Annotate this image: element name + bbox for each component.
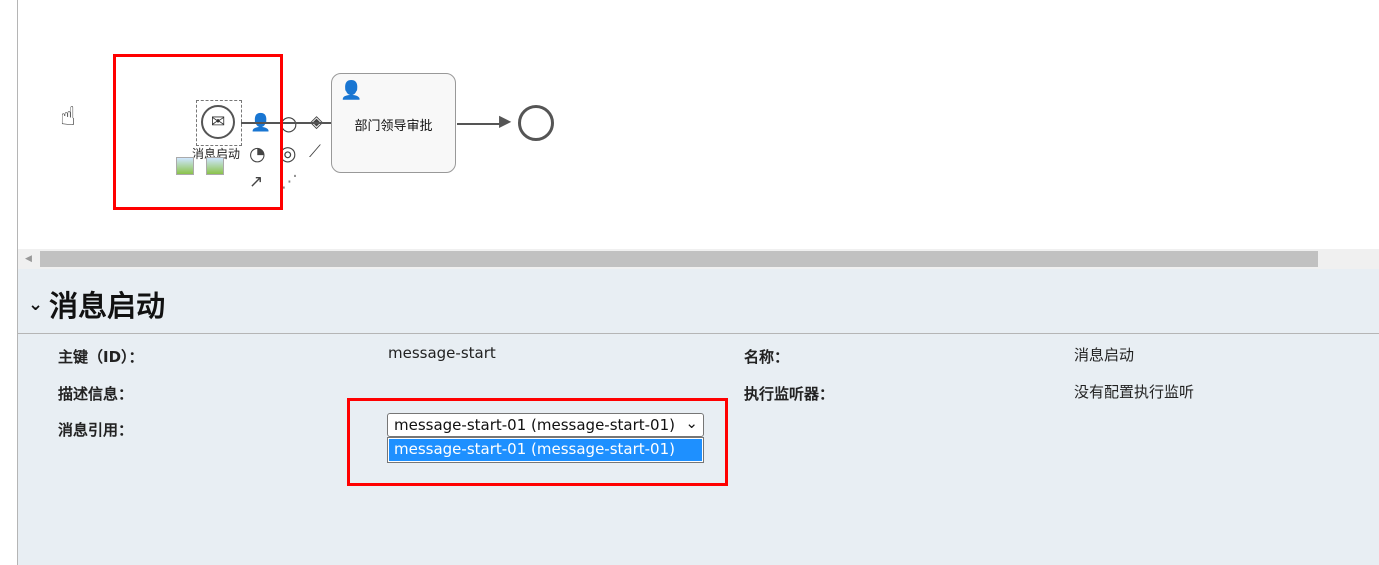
name-value: 消息启动 (1074, 346, 1135, 364)
text-annotation-icon[interactable]: ⟋ (309, 144, 321, 161)
name-label: 名称： (744, 348, 790, 366)
horizontal-scrollbar[interactable]: ◀ (18, 249, 1379, 269)
listener-value: 没有配置执行监听 (1074, 383, 1195, 401)
hand-cursor-icon: ☝ (60, 102, 76, 132)
section-title: 消息启动 (49, 289, 166, 323)
divider (18, 333, 1379, 334)
task-label: 部门领导审批 (354, 119, 433, 134)
id-label: 主键（ID）： (58, 348, 144, 366)
scrollbar-thumb[interactable] (40, 251, 1318, 267)
highlight-box (347, 398, 728, 486)
id-value: message-start (388, 344, 496, 362)
sequence-flow[interactable] (457, 123, 505, 125)
section-header[interactable]: ⌄ 消息启动 (28, 283, 165, 325)
message-ref-label: 消息引用： (58, 421, 134, 439)
scroll-left-icon[interactable]: ◀ (25, 254, 32, 264)
arrow-head-icon: ▶ (499, 111, 512, 130)
highlight-box (113, 54, 283, 210)
properties-panel: ⌄ 消息启动 主键（ID）： message-start 名称： 消息启动 描述… (18, 269, 1379, 565)
description-label: 描述信息： (58, 385, 134, 403)
user-task[interactable]: 👤 部门领导审批 (331, 73, 456, 173)
chevron-down-icon[interactable]: ⌄ (28, 294, 43, 315)
user-icon: 👤 (340, 80, 363, 101)
listener-label: 执行监听器： (744, 385, 835, 403)
end-event[interactable] (518, 105, 554, 141)
association-tool-icon[interactable]: ⋰ (281, 174, 298, 191)
